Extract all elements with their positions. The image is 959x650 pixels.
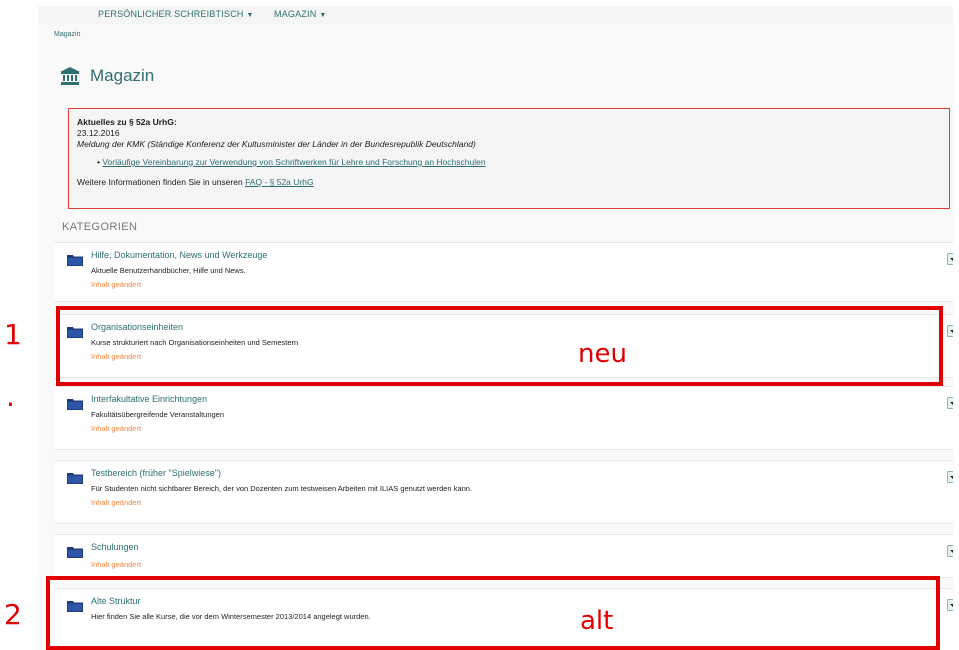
category-title-link[interactable]: Hilfe, Dokumentation, News und Werkzeuge bbox=[91, 250, 267, 260]
menu-desk-label: PERSÖNLICHER SCHREIBTISCH bbox=[98, 9, 244, 19]
category-row: Testbereich (früher "Spielwiese") Für St… bbox=[55, 460, 953, 524]
annotation-number-1: 1 bbox=[4, 318, 22, 351]
notice-link-vereinbarung[interactable]: Vorläufige Vereinbarung zur Verwendung v… bbox=[102, 157, 485, 167]
top-navigation-bar: PERSÖNLICHER SCHREIBTISCH ▼ MAGAZIN ▼ bbox=[38, 6, 953, 25]
notice-title: Aktuelles zu § 52a UrhG: bbox=[77, 117, 177, 127]
annotation-highlight-box-old bbox=[46, 576, 940, 650]
page-title-text: Magazin bbox=[90, 66, 155, 85]
category-row: Interfakultative Einrichtungen Fakultäts… bbox=[55, 386, 953, 450]
annotation-label-neu: neu bbox=[578, 339, 627, 369]
folder-icon bbox=[67, 399, 83, 410]
menu-magazin-label: MAGAZIN bbox=[274, 9, 317, 19]
folder-icon bbox=[67, 547, 83, 558]
actions-dropdown-button[interactable] bbox=[947, 471, 953, 483]
category-row: Schulungen Inhalt geändert bbox=[55, 534, 953, 578]
category-description: Für Studenten nicht sichtbarer Bereich, … bbox=[91, 484, 473, 493]
category-description: Aktuelle Benutzerhandbücher, Hilfe und N… bbox=[91, 266, 246, 275]
actions-dropdown-button[interactable] bbox=[947, 253, 953, 265]
categories-header: KATEGORIEN bbox=[62, 221, 138, 233]
content-changed-label: Inhalt geändert bbox=[91, 280, 142, 289]
annotation-dot: . bbox=[6, 380, 15, 413]
folder-icon bbox=[67, 255, 83, 266]
folder-icon bbox=[67, 473, 83, 484]
annotation-number-2: 2 bbox=[4, 598, 22, 631]
category-description: Fakultätsübergreifende Veranstaltungen bbox=[91, 410, 225, 419]
annotation-label-alt: alt bbox=[580, 606, 614, 636]
content-changed-label: Inhalt geändert bbox=[91, 560, 142, 569]
category-row: Hilfe, Dokumentation, News und Werkzeuge… bbox=[55, 242, 953, 302]
notice-faq-link[interactable]: FAQ - § 52a UrhG bbox=[245, 177, 314, 187]
breadcrumb-magazin[interactable]: Magazin bbox=[54, 31, 80, 38]
category-title-link[interactable]: Schulungen bbox=[91, 542, 139, 552]
actions-dropdown-button[interactable] bbox=[947, 325, 953, 337]
notice-more-info: Weitere Informationen finden Sie in unse… bbox=[77, 177, 949, 188]
notice-list-item: • Vorläufige Vereinbarung zur Verwendung… bbox=[97, 157, 486, 167]
actions-dropdown-button[interactable] bbox=[947, 545, 953, 557]
menu-magazin[interactable]: MAGAZIN ▼ bbox=[274, 9, 327, 19]
caret-down-icon: ▼ bbox=[319, 12, 327, 19]
notice-more-text: Weitere Informationen finden Sie in unse… bbox=[77, 177, 243, 187]
notice-meldung: Meldung der KMK (Ständige Konferenz der … bbox=[77, 139, 476, 149]
page-title: Magazin bbox=[60, 62, 154, 90]
category-title-link[interactable]: Testbereich (früher "Spielwiese") bbox=[91, 468, 221, 478]
actions-dropdown-button[interactable] bbox=[947, 599, 953, 611]
category-title-link[interactable]: Interfakultative Einrichtungen bbox=[91, 394, 207, 404]
library-building-icon bbox=[60, 67, 80, 85]
content-changed-label: Inhalt geändert bbox=[91, 498, 142, 507]
caret-down-icon: ▼ bbox=[246, 12, 254, 19]
notice-date: 23.12.2016 bbox=[77, 128, 120, 138]
notice-box: Aktuelles zu § 52a UrhG: 23.12.2016 Meld… bbox=[68, 108, 950, 209]
menu-persoenlicher-schreibtisch[interactable]: PERSÖNLICHER SCHREIBTISCH ▼ bbox=[98, 9, 254, 19]
actions-dropdown-button[interactable] bbox=[947, 397, 953, 409]
content-changed-label: Inhalt geändert bbox=[91, 424, 142, 433]
annotation-highlight-box-new bbox=[56, 306, 943, 386]
